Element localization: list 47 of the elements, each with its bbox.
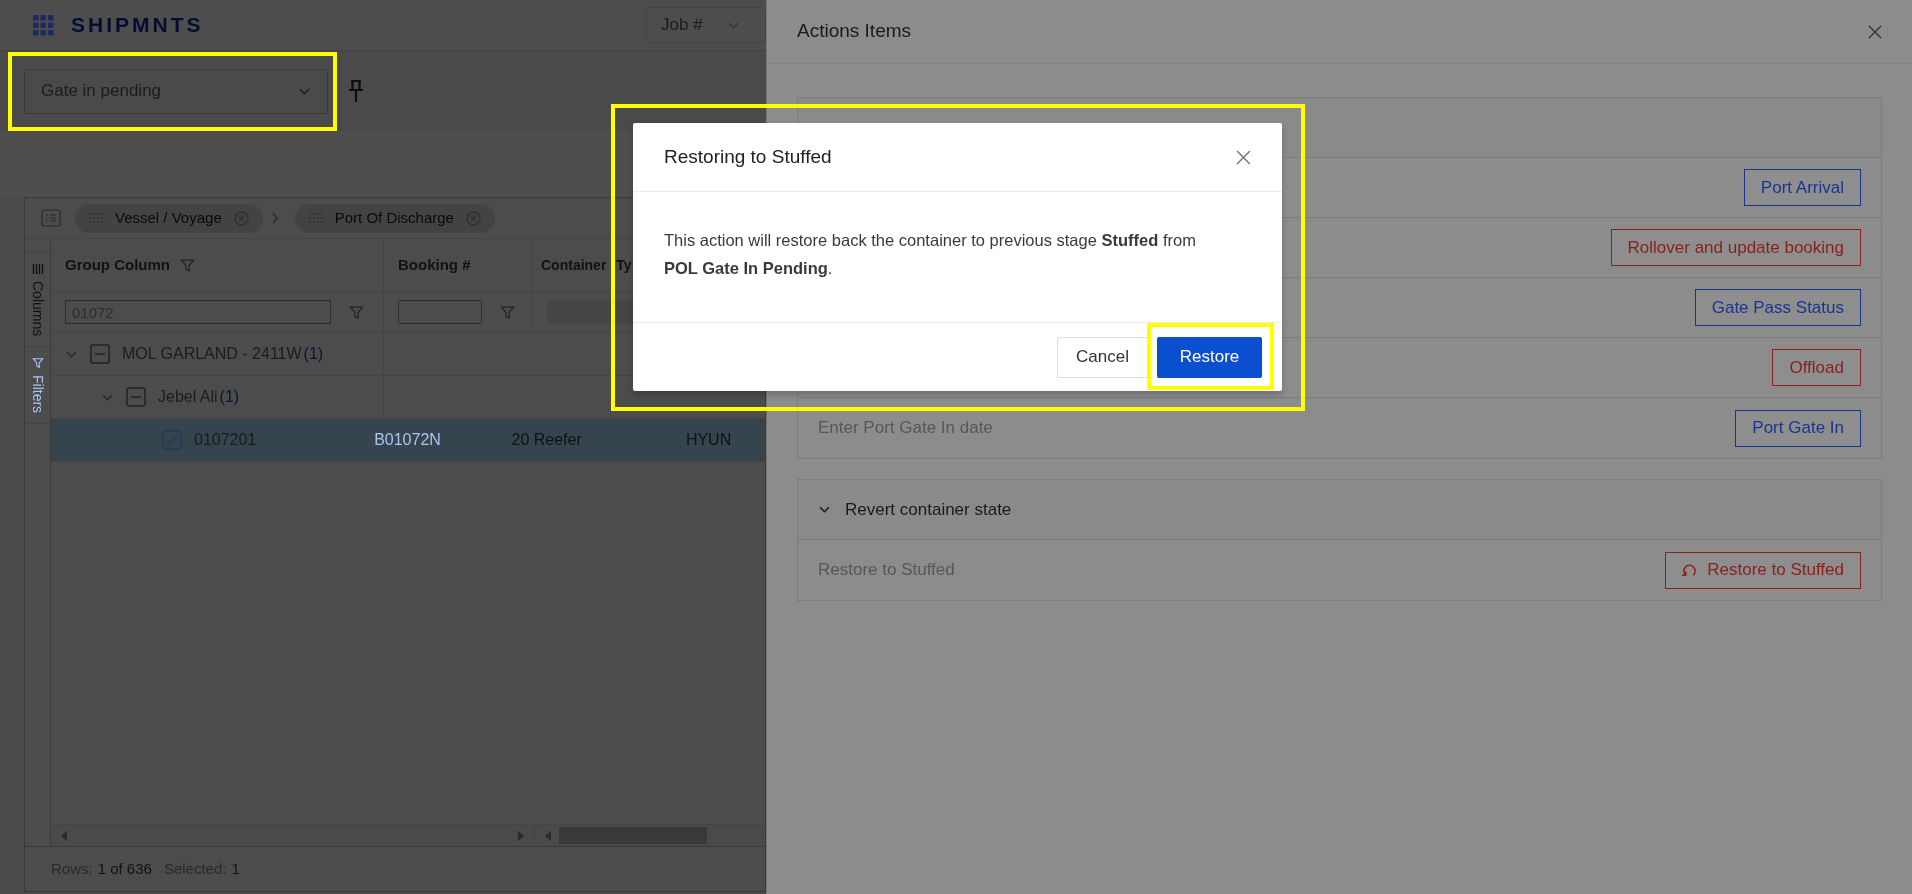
- action-button[interactable]: Gate Pass Status: [1694, 289, 1861, 326]
- list-icon[interactable]: [41, 209, 61, 227]
- scroll-left-icon[interactable]: [545, 830, 551, 841]
- column-header[interactable]: Container Ty: [541, 254, 632, 276]
- filter-icon[interactable]: [180, 257, 195, 273]
- partial-checkbox[interactable]: [90, 344, 110, 364]
- action-button[interactable]: Restore to Stuffed: [1665, 551, 1861, 589]
- action-button[interactable]: Rollover and update booking: [1610, 229, 1861, 266]
- rows-value: 1 of 636: [97, 858, 152, 879]
- section-title[interactable]: Revert container state: [845, 496, 1012, 523]
- filter-icon[interactable]: [349, 304, 364, 320]
- apps-grid-icon[interactable]: [33, 14, 54, 36]
- group-count: (1): [219, 387, 240, 407]
- column-header[interactable]: Booking #: [398, 253, 471, 277]
- remove-icon[interactable]: [233, 210, 249, 226]
- side-tab[interactable]: Columns: [25, 253, 50, 348]
- undo-icon: [1682, 562, 1698, 578]
- side-tab[interactable]: Filters: [25, 347, 50, 425]
- dialog-title: Restoring to Stuffed: [664, 144, 832, 169]
- columns-icon: [31, 263, 44, 275]
- action-button[interactable]: Offload: [1772, 349, 1861, 386]
- action-button[interactable]: Port Gate In: [1735, 409, 1861, 447]
- scroll-left-icon[interactable]: [61, 830, 67, 841]
- pin-icon[interactable]: [348, 79, 364, 103]
- close-icon[interactable]: [1868, 24, 1882, 39]
- filter-field[interactable]: [398, 300, 482, 324]
- filter-icon: [31, 357, 44, 370]
- booking-link[interactable]: B01072N: [374, 428, 441, 452]
- group-chip[interactable]: Vessel / Voyage: [75, 203, 263, 233]
- chevron-right-icon: [270, 212, 279, 224]
- group-count: (1): [303, 344, 324, 364]
- dialog-button[interactable]: Restore: [1157, 336, 1262, 378]
- drawer-title: Actions Items: [797, 19, 912, 44]
- dialog-message: This action will restore back the container to previous stage Stuffed from POL Gate In Pending.: [664, 230, 1197, 279]
- scroll-right-icon[interactable]: [518, 830, 524, 841]
- partial-checkbox[interactable]: [126, 387, 146, 407]
- group-chip[interactable]: Port Of Discharge: [294, 203, 495, 233]
- column-header[interactable]: Group Column: [65, 253, 170, 277]
- dialog-button[interactable]: Cancel: [1057, 336, 1148, 378]
- close-icon[interactable]: [1236, 149, 1251, 165]
- action-button[interactable]: Port Arrival: [1743, 169, 1861, 206]
- table-cell-text: HYUN: [685, 430, 732, 450]
- app-logo: SHIPMNTS: [71, 12, 204, 39]
- filter-icon[interactable]: [500, 304, 515, 320]
- remove-icon[interactable]: [465, 210, 481, 226]
- table-cell-text: 20 Reefer: [511, 430, 582, 450]
- selected-value: 1: [231, 858, 240, 879]
